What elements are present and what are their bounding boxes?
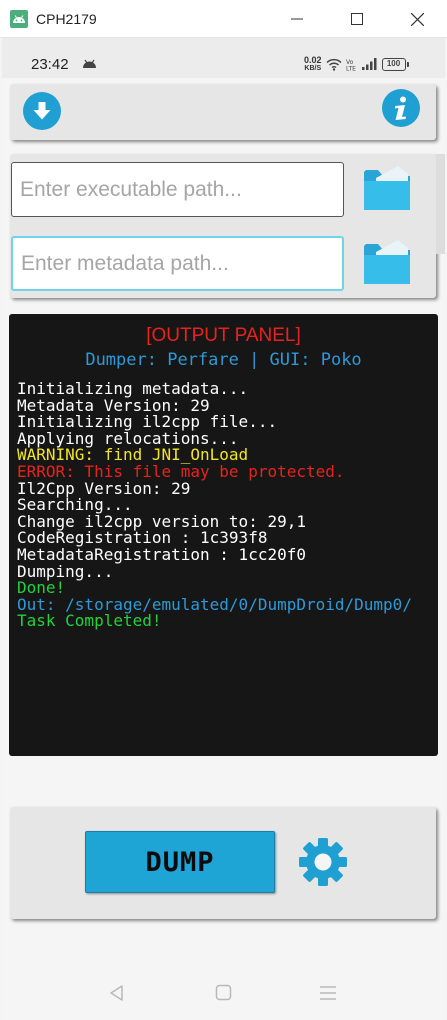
metadata-path-input[interactable] — [11, 236, 344, 291]
download-button[interactable] — [23, 92, 61, 130]
scrollbar-track[interactable] — [436, 154, 445, 254]
phone-status-bar: 23:42 0.02 KB/S Vo LTE 100 — [2, 38, 445, 78]
maximize-button[interactable] — [327, 0, 387, 38]
window-title: CPH2179 — [36, 11, 97, 27]
android-app-icon — [10, 10, 28, 28]
executable-folder-icon[interactable] — [362, 166, 412, 212]
nav-back-icon[interactable] — [108, 984, 126, 1002]
output-panel-title: [OUTPUT PANEL] — [146, 325, 301, 346]
status-icons: 0.02 KB/S Vo LTE 100 — [304, 55, 409, 73]
maximize-icon — [351, 13, 363, 25]
status-clock: 23:42 — [31, 56, 69, 73]
log-line: Dumping... — [17, 561, 114, 581]
info-icon — [395, 96, 406, 120]
top-toolbar — [10, 84, 436, 140]
network-speed: 0.02 KB/S — [304, 55, 322, 73]
signal-icon — [361, 58, 377, 70]
nav-menu-icon[interactable] — [319, 985, 337, 1001]
output-panel-credits: Dumper: Perfare | GUI: Poko — [85, 350, 362, 370]
metadata-folder-icon[interactable] — [362, 240, 412, 286]
close-icon — [410, 12, 424, 26]
battery-level: 100 — [386, 58, 401, 68]
android-nav-bar — [2, 965, 445, 1020]
minimize-icon — [291, 18, 303, 20]
nav-home-icon[interactable] — [215, 984, 232, 1001]
gear-icon[interactable] — [297, 836, 349, 888]
svg-text:LTE: LTE — [346, 65, 356, 71]
dump-button[interactable]: DUMP — [85, 831, 275, 893]
info-button[interactable] — [382, 89, 420, 127]
log-line: Task Completed! — [17, 611, 162, 631]
output-panel: [OUTPUT PANEL] Dumper: Perfare | GUI: Po… — [9, 314, 438, 756]
volte-icon: Vo LTE — [346, 59, 356, 71]
executable-path-input[interactable] — [11, 162, 344, 217]
minimize-button[interactable] — [267, 0, 327, 38]
download-icon — [33, 102, 51, 120]
output-log: Initializing metadata... Metadata Version… — [17, 380, 432, 631]
close-button[interactable] — [387, 0, 447, 38]
battery-icon: 100 — [381, 57, 409, 71]
android-debug-icon — [83, 59, 96, 68]
window-titlebar: CPH2179 — [0, 0, 447, 38]
wifi-icon — [326, 58, 342, 71]
